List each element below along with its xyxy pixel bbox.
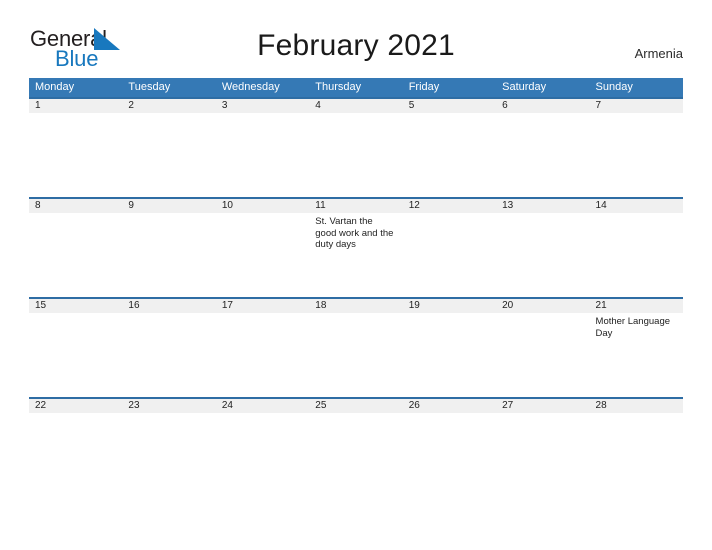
day-number[interactable]: 24 <box>216 399 309 413</box>
day-number[interactable]: 18 <box>309 299 402 313</box>
day-event[interactable] <box>590 413 683 497</box>
day-number[interactable]: 20 <box>496 299 589 313</box>
day-event[interactable] <box>590 213 683 297</box>
day-event[interactable] <box>216 413 309 497</box>
week-event-band <box>29 413 683 497</box>
day-event[interactable] <box>122 413 215 497</box>
week-date-band: 22 23 24 25 26 27 28 <box>29 399 683 413</box>
day-number[interactable]: 21 <box>590 299 683 313</box>
day-event[interactable] <box>496 113 589 197</box>
week-event-band: Mother Language Day <box>29 313 683 397</box>
week-date-band: 15 16 17 18 19 20 21 <box>29 299 683 313</box>
day-event[interactable]: Mother Language Day <box>590 313 683 397</box>
weekday-header-friday: Friday <box>408 81 440 93</box>
week-row: 22 23 24 25 26 27 28 <box>29 397 683 497</box>
day-number[interactable]: 28 <box>590 399 683 413</box>
day-number[interactable]: 14 <box>590 199 683 213</box>
day-event[interactable] <box>496 313 589 397</box>
day-event[interactable] <box>122 213 215 297</box>
day-number[interactable]: 4 <box>309 99 402 113</box>
day-number[interactable]: 3 <box>216 99 309 113</box>
day-number[interactable]: 17 <box>216 299 309 313</box>
day-event[interactable] <box>309 313 402 397</box>
day-number[interactable]: 26 <box>403 399 496 413</box>
page-header: General Blue February 2021 Armenia <box>0 0 712 78</box>
day-number[interactable]: 10 <box>216 199 309 213</box>
day-number[interactable]: 2 <box>122 99 215 113</box>
day-event[interactable] <box>216 213 309 297</box>
day-number[interactable]: 5 <box>403 99 496 113</box>
day-event[interactable] <box>496 213 589 297</box>
day-number[interactable]: 25 <box>309 399 402 413</box>
day-number[interactable]: 9 <box>122 199 215 213</box>
day-event[interactable] <box>216 313 309 397</box>
week-date-band: 8 9 10 11 12 13 14 <box>29 199 683 213</box>
day-event[interactable] <box>403 213 496 297</box>
day-number[interactable]: 11 <box>309 199 402 213</box>
weekday-header-monday: Monday <box>35 81 75 93</box>
weekday-header-saturday: Saturday <box>502 81 547 93</box>
week-event-band: St. Vartan the good work and the duty da… <box>29 213 683 297</box>
day-event[interactable] <box>122 113 215 197</box>
week-row: 1 2 3 4 5 6 7 <box>29 97 683 197</box>
day-number[interactable]: 23 <box>122 399 215 413</box>
day-event[interactable] <box>29 413 122 497</box>
day-event[interactable] <box>29 313 122 397</box>
day-event[interactable] <box>403 113 496 197</box>
week-row: 8 9 10 11 12 13 14 St. Vartan the good w… <box>29 197 683 297</box>
day-number[interactable]: 27 <box>496 399 589 413</box>
page-title: February 2021 <box>257 29 455 62</box>
day-event[interactable] <box>590 113 683 197</box>
weekday-header-thursday: Thursday <box>315 81 362 93</box>
weekday-header-wednesday: Wednesday <box>221 81 280 93</box>
day-number[interactable]: 6 <box>496 99 589 113</box>
day-event[interactable] <box>29 113 122 197</box>
day-event[interactable] <box>29 213 122 297</box>
weekday-header-row: Monday Tuesday Wednesday Thursday Friday… <box>29 78 683 97</box>
day-event[interactable]: St. Vartan the good work and the duty da… <box>309 213 402 297</box>
day-number[interactable]: 8 <box>29 199 122 213</box>
day-number[interactable]: 12 <box>403 199 496 213</box>
day-event[interactable] <box>309 113 402 197</box>
day-event[interactable] <box>216 113 309 197</box>
day-number[interactable]: 22 <box>29 399 122 413</box>
weekday-header-tuesday: Tuesday <box>128 81 171 93</box>
day-number[interactable]: 19 <box>403 299 496 313</box>
day-event[interactable] <box>496 413 589 497</box>
day-number[interactable]: 13 <box>496 199 589 213</box>
day-number[interactable]: 16 <box>122 299 215 313</box>
day-number[interactable]: 7 <box>590 99 683 113</box>
day-number[interactable]: 1 <box>29 99 122 113</box>
calendar-grid: Monday Tuesday Wednesday Thursday Friday… <box>29 78 683 497</box>
week-date-band: 1 2 3 4 5 6 7 <box>29 99 683 113</box>
day-event[interactable] <box>309 413 402 497</box>
week-row: 15 16 17 18 19 20 21 Mother Language Day <box>29 297 683 397</box>
region-label: Armenia <box>634 46 683 61</box>
day-event[interactable] <box>122 313 215 397</box>
weekday-header-sunday: Sunday <box>595 81 633 93</box>
week-event-band <box>29 113 683 197</box>
day-event[interactable] <box>403 313 496 397</box>
day-event[interactable] <box>403 413 496 497</box>
day-number[interactable]: 15 <box>29 299 122 313</box>
